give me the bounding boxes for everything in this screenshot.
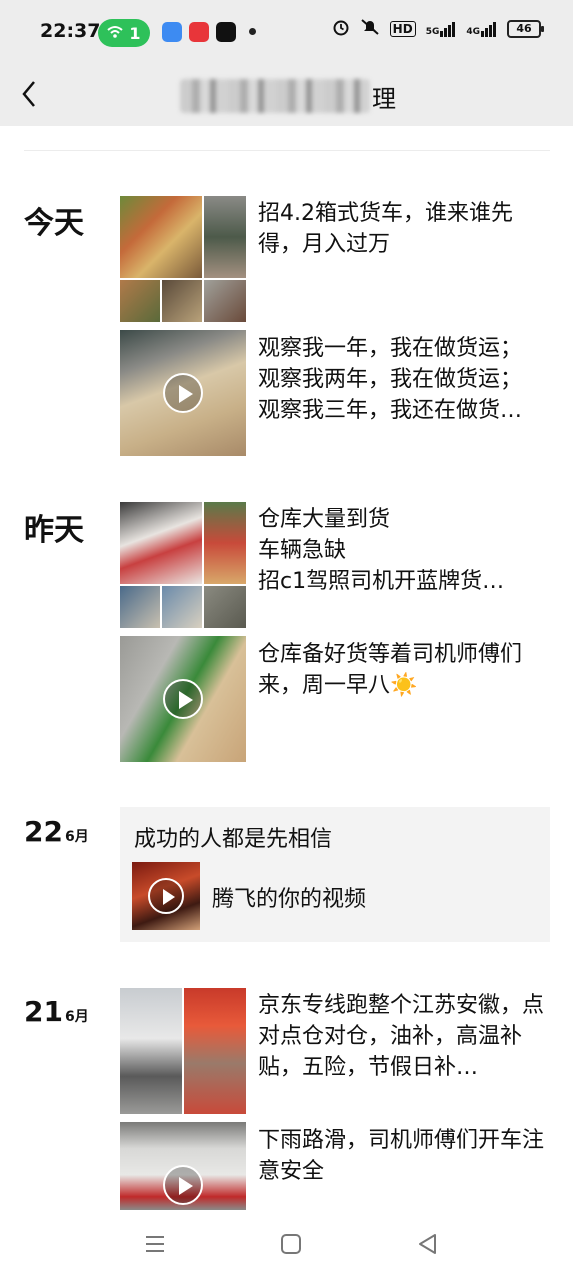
- play-icon: [163, 1165, 203, 1205]
- post-photo: [184, 988, 246, 1114]
- blurred-title: [180, 79, 370, 113]
- post-photo: [204, 586, 246, 628]
- page-title-suffix: 理: [372, 84, 396, 113]
- post-photo-row: [120, 280, 246, 322]
- signal-4g-label: 4G: [466, 26, 480, 37]
- day-label-date: 22 6月: [24, 814, 89, 849]
- shared-video-thumbnail: [132, 862, 200, 930]
- share-title: 成功的人都是先相信: [134, 827, 333, 852]
- nav-bar: 理: [0, 64, 573, 126]
- back-arrow-icon[interactable]: [18, 78, 44, 110]
- signal-4g-icon: 4G: [466, 21, 497, 37]
- system-navigation-bar: [0, 1210, 573, 1280]
- post-text[interactable]: 仓库大量到货 车辆急缺 招c1驾照司机开蓝牌货…: [258, 504, 554, 599]
- post-video-thumbnail[interactable]: [120, 1122, 246, 1210]
- play-icon: [148, 878, 184, 914]
- status-bar: 22:37 1 HD 5G 4G 46: [0, 0, 573, 64]
- home-icon[interactable]: [279, 1232, 303, 1256]
- day-number: 22: [24, 815, 63, 848]
- post-photo: [120, 988, 182, 1114]
- post-photo: [204, 280, 246, 322]
- hotspot-indicator: 1: [98, 19, 150, 47]
- post-image-grid[interactable]: [120, 196, 246, 322]
- post-image-grid[interactable]: [120, 502, 246, 628]
- play-icon: [163, 373, 203, 413]
- day-label-date: 21 6月: [24, 994, 89, 1029]
- wifi-icon: [107, 24, 124, 43]
- post-text[interactable]: 观察我一年，我在做货运； 观察我两年，我在做货运； 观察我三年，我还在做货…: [258, 333, 554, 428]
- signal-5g-icon: 5G: [426, 21, 457, 37]
- day-month: 6月: [64, 1009, 89, 1025]
- post-photo: [162, 586, 202, 628]
- day-label-yesterday: 昨天: [24, 513, 84, 548]
- post-text[interactable]: 下雨路滑，司机师傅们开车注意安全: [258, 1125, 554, 1189]
- day-month: 6月: [64, 829, 89, 845]
- post-photo: [120, 196, 202, 278]
- post-photo: [162, 280, 202, 322]
- battery-level: 46: [516, 22, 532, 35]
- battery-icon: 46: [507, 19, 544, 38]
- hotspot-count: 1: [129, 23, 141, 43]
- hd-badge: HD: [389, 20, 416, 37]
- status-right-group: HD 5G 4G 46: [332, 18, 544, 39]
- day-label-today: 今天: [24, 206, 84, 241]
- post-photo: [204, 502, 246, 584]
- shopping-app-icon: [189, 22, 209, 42]
- more-notifications-dot: [249, 28, 256, 35]
- back-triangle-icon[interactable]: [416, 1232, 440, 1256]
- post-photo: [120, 586, 160, 628]
- weather-app-icon: [162, 22, 182, 42]
- alarm-icon: [332, 18, 350, 39]
- post-photo: [120, 280, 160, 322]
- post-photo: [120, 502, 202, 584]
- shared-video-card[interactable]: 成功的人都是先相信 腾飞的你的视频: [120, 807, 550, 942]
- post-video-thumbnail[interactable]: [120, 330, 246, 456]
- post-photo-row: [120, 586, 246, 628]
- post-text[interactable]: 仓库备好货等着司机师傅们来，周一早八☀️: [258, 639, 554, 703]
- divider: [24, 150, 550, 151]
- menu-icon[interactable]: [143, 1232, 167, 1256]
- status-time: 22:37: [40, 20, 101, 42]
- page-title: 理: [180, 76, 396, 116]
- play-icon: [163, 679, 203, 719]
- signal-5g-label: 5G: [425, 26, 440, 37]
- post-text[interactable]: 京东专线跑整个江苏安徽，点对点仓对仓，油补，高温补贴，五险，节假日补…: [258, 990, 554, 1085]
- tiktok-icon: [216, 22, 236, 42]
- shared-video-caption: 腾飞的你的视频: [212, 887, 367, 912]
- mute-icon: [360, 18, 380, 39]
- post-video-thumbnail[interactable]: [120, 636, 246, 762]
- day-number: 21: [24, 995, 63, 1028]
- post-photo: [204, 196, 246, 278]
- post-text[interactable]: 招4.2箱式货车，谁来谁先得，月入过万: [258, 198, 554, 262]
- post-image-grid[interactable]: [120, 988, 246, 1114]
